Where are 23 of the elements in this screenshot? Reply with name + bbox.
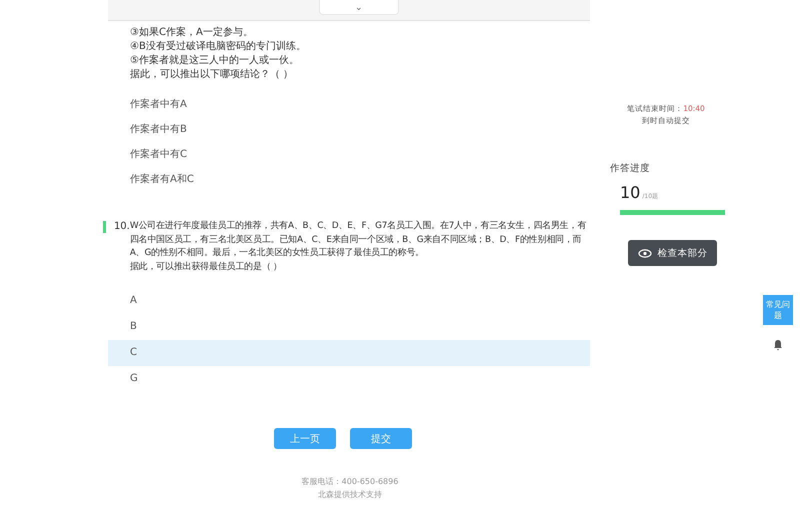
question-text: W公司在进行年度最佳员工的推荐，共有A、B、C、D、E、F、G7名员工入围。在7人中，有三名女生，四名男生，有四名中国区员工，有三名北美区员工。已知A、C、E来自同一个区域，B、G来自不同区域；B、D、F的性别相同，而A、G的性别不相同。最后，一名北美区的女性员工获得了最佳员工的称号。: [130, 220, 588, 260]
answer-option[interactable]: B: [108, 314, 590, 340]
question-text: ⑤作案者就是这三人中的一人或一伙。: [130, 54, 300, 68]
service-phone: 客服电话：400-650-6896: [300, 476, 400, 488]
question-number: 10.: [114, 220, 130, 234]
answered-count: 10: [620, 183, 640, 202]
question-text: 据此，可以推出以下哪项结论？（ ）: [130, 68, 294, 82]
question-text: ④B没有受过破译电脑密码的专门训练。: [130, 40, 307, 54]
bell-icon[interactable]: [773, 339, 783, 351]
progress-title: 作答进度: [610, 162, 651, 175]
answer-option[interactable]: C: [108, 340, 590, 366]
check-section-button[interactable]: 检查本部分: [628, 240, 717, 266]
eye-icon: [638, 248, 652, 258]
answer-option[interactable]: 作案者中有C: [130, 142, 590, 167]
answer-option[interactable]: 作案者中有A: [130, 92, 590, 117]
answer-option[interactable]: G: [108, 366, 590, 392]
question-text: ③如果C作案，A一定参与。: [130, 26, 254, 40]
collapse-tab[interactable]: ⌄: [319, 0, 399, 15]
question-prompt: 据此，可以推出获得最佳员工的是（ ）: [130, 260, 284, 274]
support-text: 北森提供技术支持: [317, 489, 383, 501]
answer-option[interactable]: 作案者中有B: [130, 117, 590, 142]
answer-option[interactable]: A: [108, 288, 590, 314]
answer-option[interactable]: 作案者有A和C: [130, 167, 590, 192]
